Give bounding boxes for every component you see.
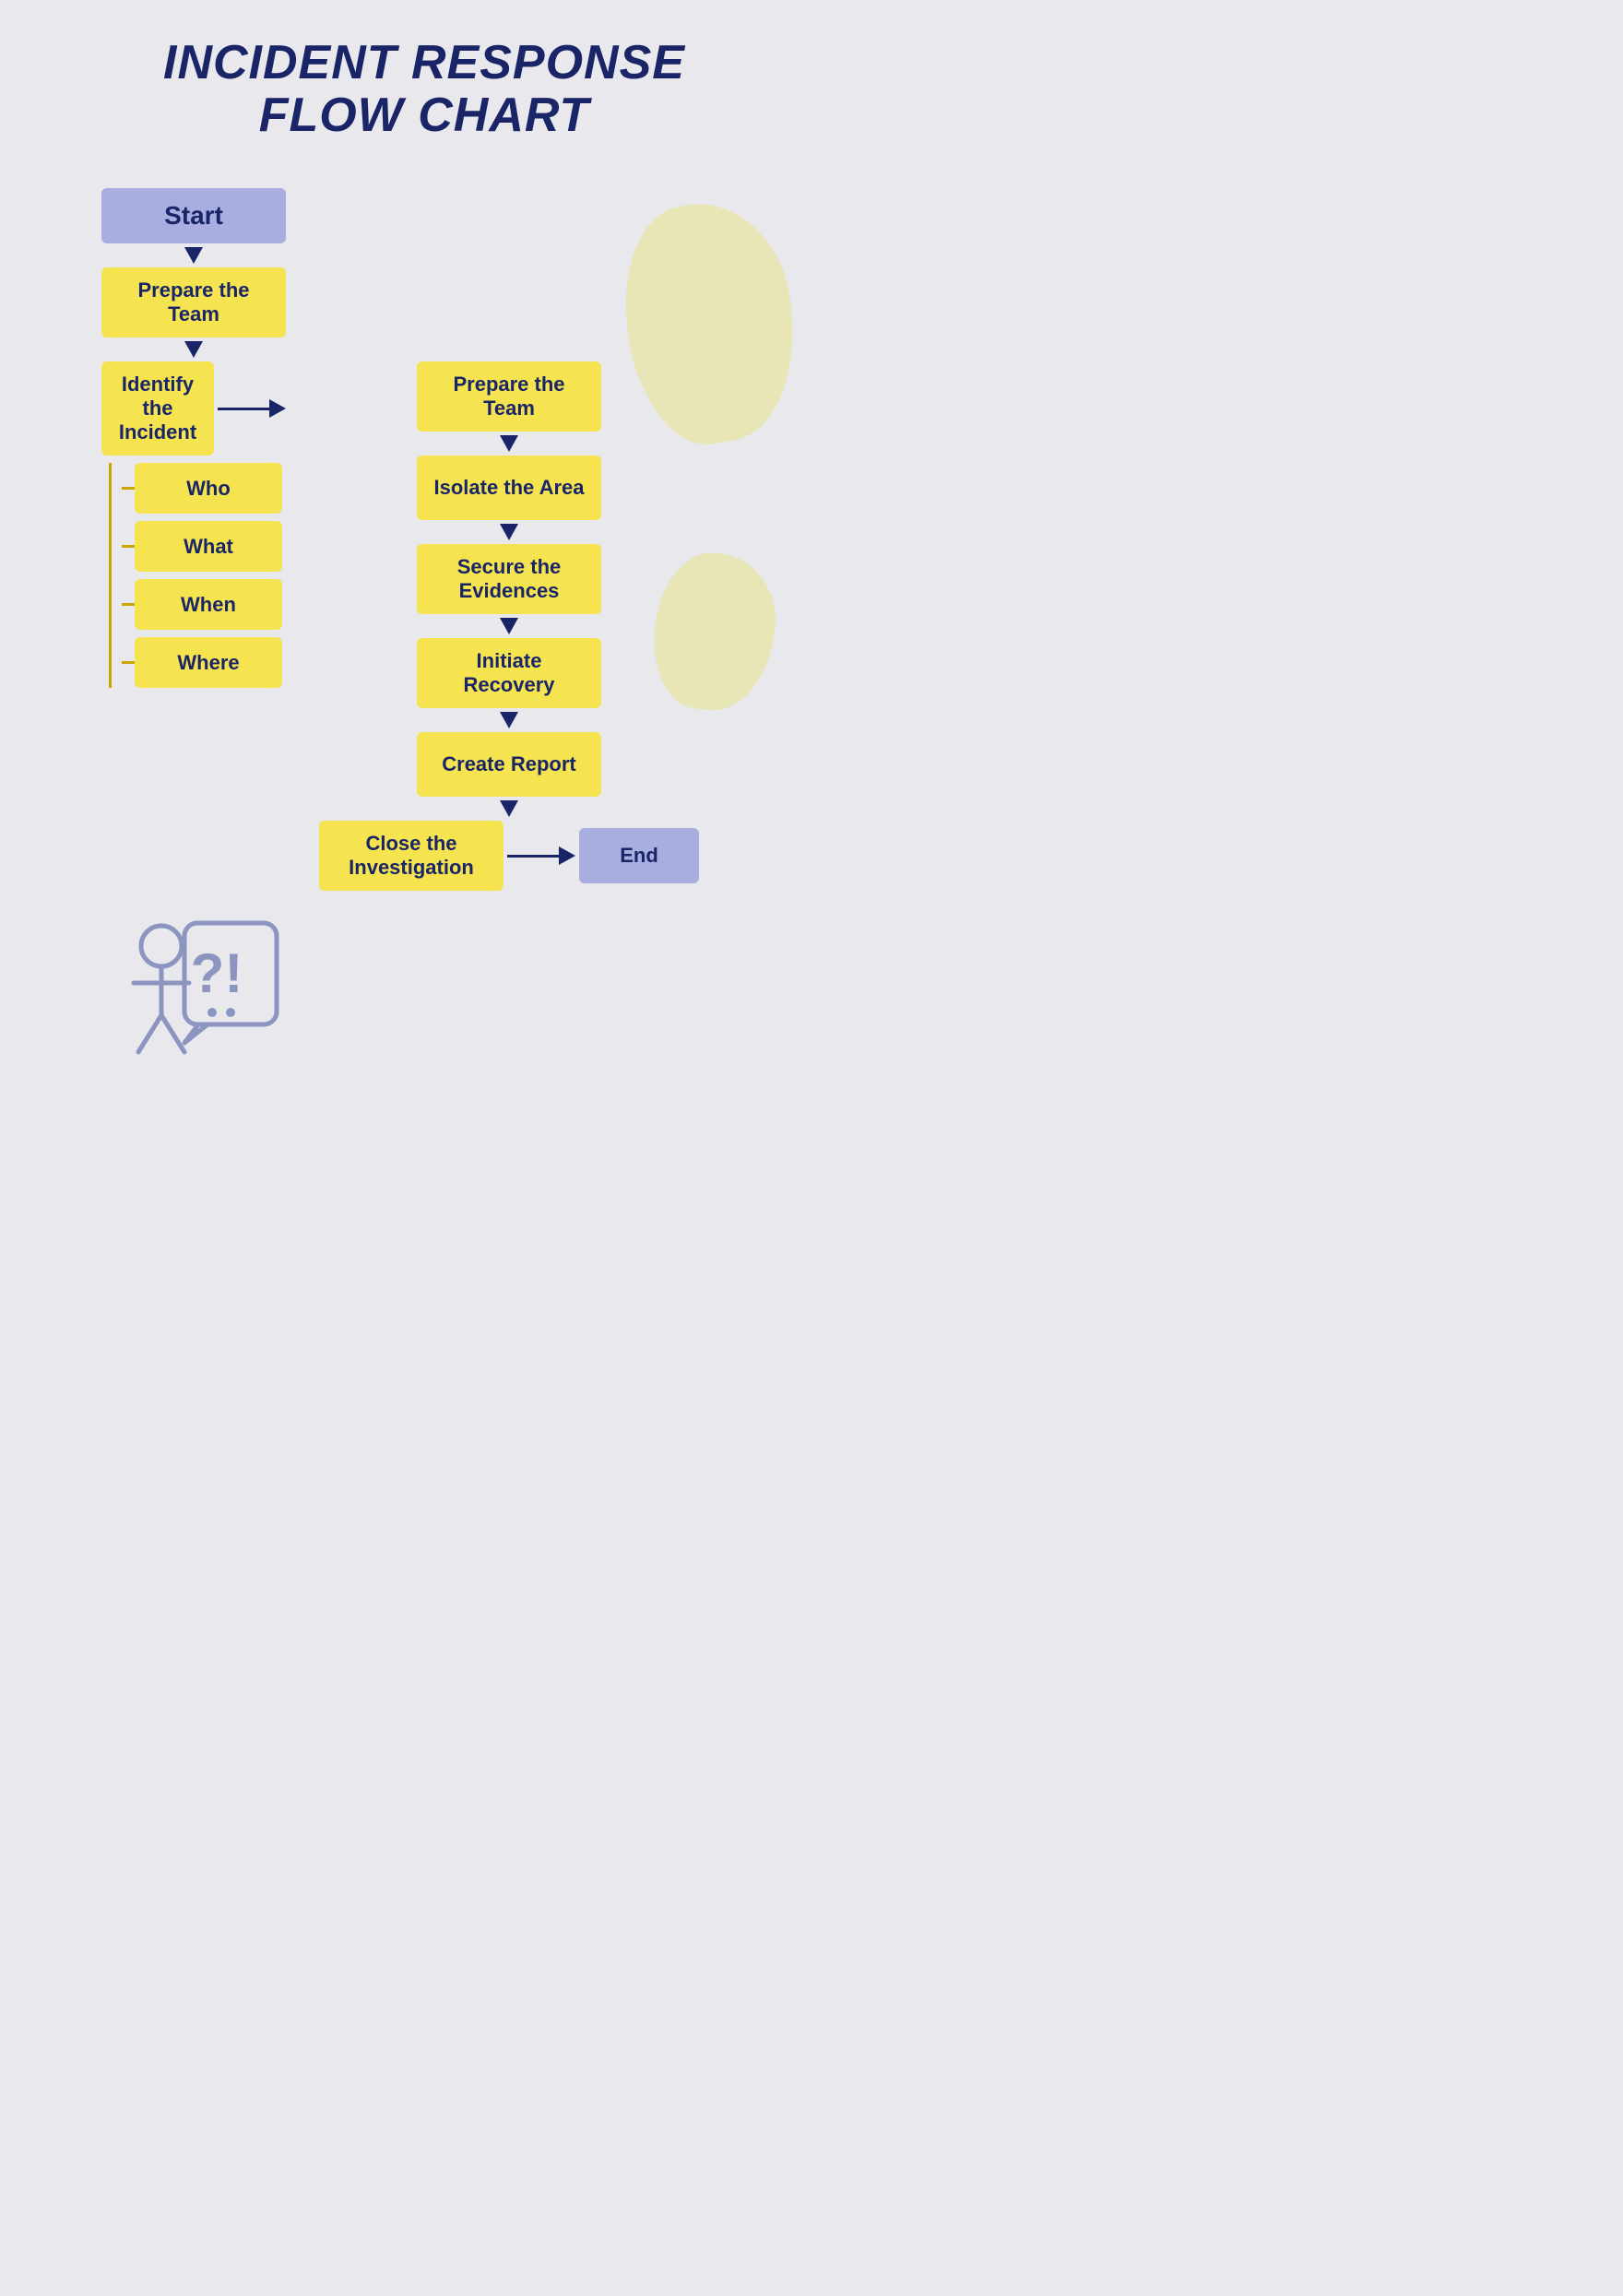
isolate-area-label: Isolate the Area: [433, 476, 584, 500]
start-label: Start: [164, 201, 223, 231]
who-label: Who: [186, 477, 231, 501]
bracket-vertical: [109, 463, 112, 688]
bracket-h-when: [122, 603, 135, 606]
close-investigation-label: Close the Investigation: [334, 832, 489, 880]
who-box: Who: [135, 463, 282, 514]
close-investigation-box: Close the Investigation: [319, 821, 503, 891]
initiate-recovery-label: Initiate Recovery: [432, 649, 586, 697]
right-prepare-team-box: Prepare the Team: [417, 361, 601, 432]
create-report-label: Create Report: [442, 752, 575, 776]
isolate-area-box: Isolate the Area: [417, 456, 601, 520]
right-prepare-team-label: Prepare the Team: [432, 373, 586, 420]
sub-item-who-row: Who: [122, 463, 286, 514]
bracket-h-what: [122, 545, 135, 548]
where-label: Where: [177, 651, 239, 675]
prepare-team-label: Prepare the Team: [116, 278, 271, 326]
arrow-r1: [500, 435, 518, 452]
close-to-end-arrow: [507, 846, 575, 865]
identify-to-right-arrow: [218, 399, 286, 418]
arrow-start-to-prepare: [184, 247, 203, 264]
title-line2: FLOW CHART: [259, 89, 590, 142]
what-label: What: [184, 535, 233, 559]
sub-item-where-row: Where: [122, 637, 286, 688]
arrow-r4: [500, 712, 518, 728]
what-box: What: [135, 521, 282, 572]
where-box: Where: [135, 637, 282, 688]
title-line1: INCIDENT RESPONSE: [163, 36, 685, 89]
arrow-r3: [500, 618, 518, 634]
sub-item-what-row: What: [122, 521, 286, 572]
svg-text:?!: ?!: [191, 942, 243, 1004]
bracket-h-where: [122, 661, 135, 664]
close-investigation-row: Close the Investigation End: [319, 821, 699, 891]
identify-incident-box: Identify the Incident: [101, 361, 214, 456]
arrow-r2: [500, 524, 518, 540]
when-label: When: [181, 593, 236, 617]
sub-item-when-row: When: [122, 579, 286, 630]
secure-evidences-box: Secure the Evidences: [417, 544, 601, 614]
when-box: When: [135, 579, 282, 630]
end-box: End: [579, 828, 699, 883]
start-box: Start: [101, 188, 286, 243]
page: INCIDENT RESPONSE FLOW CHART Start Prepa…: [0, 0, 848, 1144]
person-icon: ?!: [101, 909, 286, 1084]
create-report-box: Create Report: [417, 732, 601, 797]
page-title: INCIDENT RESPONSE FLOW CHART: [46, 37, 802, 142]
end-label: End: [620, 844, 658, 868]
initiate-recovery-box: Initiate Recovery: [417, 638, 601, 708]
bracket-h-who: [122, 487, 135, 490]
right-flow-column: Prepare the Team Isolate the Area Secure…: [319, 361, 699, 891]
arrow-r5: [500, 800, 518, 817]
identify-incident-label: Identify the Incident: [116, 373, 199, 444]
person-icon-area: ?!: [101, 909, 286, 1089]
secure-evidences-label: Secure the Evidences: [432, 555, 586, 603]
arrow-prepare-to-identify: [184, 341, 203, 358]
prepare-team-box: Prepare the Team: [101, 267, 286, 337]
